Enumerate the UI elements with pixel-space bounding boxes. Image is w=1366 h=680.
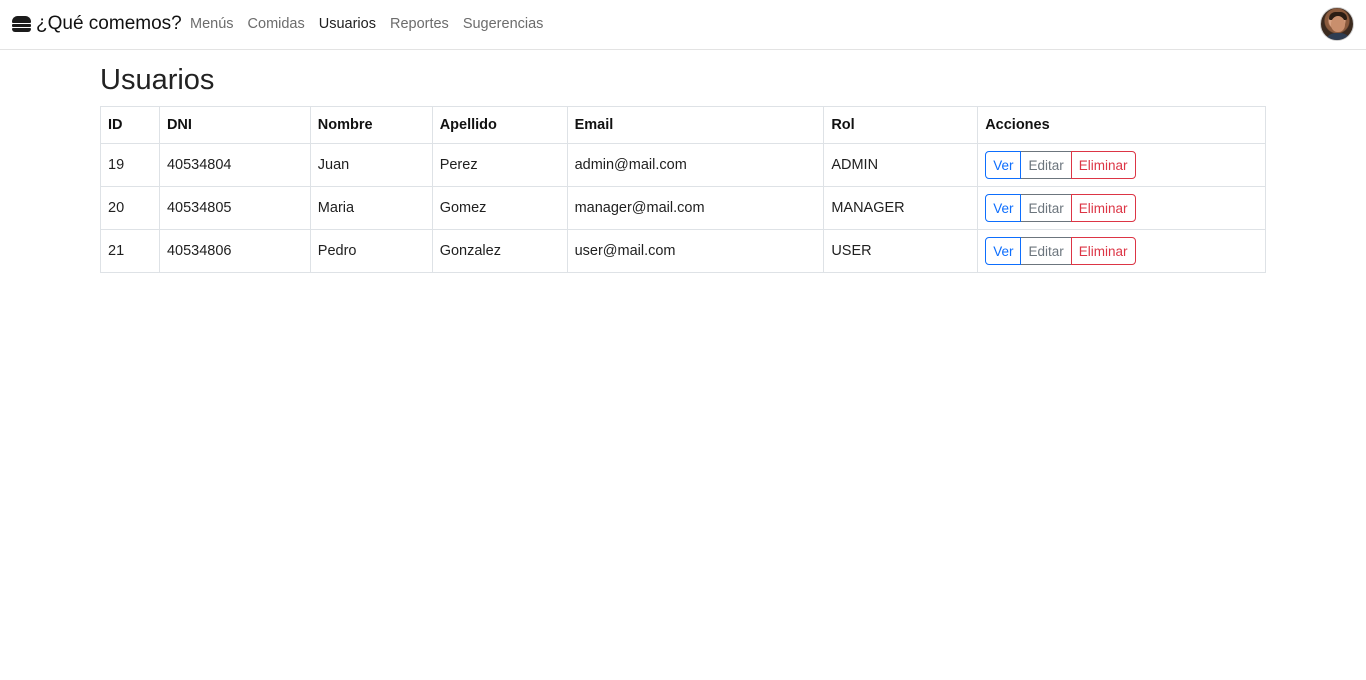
navbar: ¿Qué comemos? Menús Comidas Usuarios Rep… bbox=[0, 0, 1366, 50]
page-title: Usuarios bbox=[100, 64, 215, 96]
cell-nombre: Pedro bbox=[309, 229, 433, 273]
brand-link[interactable]: ¿Qué comemos? bbox=[12, 0, 182, 48]
action-button-group: Ver Editar Eliminar bbox=[985, 194, 1136, 222]
cell-nombre: Maria bbox=[309, 186, 433, 230]
cell-id: 21 bbox=[100, 229, 160, 273]
cell-email: manager@mail.com bbox=[566, 186, 825, 230]
nav-item-usuarios[interactable]: Usuarios bbox=[319, 16, 376, 32]
nav-item-menus[interactable]: Menús bbox=[190, 16, 234, 32]
cell-apellido: Perez bbox=[431, 143, 568, 187]
action-button-group: Ver Editar Eliminar bbox=[985, 237, 1136, 265]
column-header-dni: DNI bbox=[158, 106, 311, 144]
column-header-rol: Rol bbox=[823, 106, 979, 144]
cell-rol: MANAGER bbox=[823, 186, 979, 230]
cell-rol: ADMIN bbox=[823, 143, 979, 187]
column-header-email: Email bbox=[566, 106, 825, 144]
table-header-row: ID DNI Nombre Apellido Email Rol Accione… bbox=[100, 106, 1266, 144]
cell-dni: 40534806 bbox=[158, 229, 311, 273]
nav-menu: Menús Comidas Usuarios Reportes Sugerenc… bbox=[190, 0, 557, 48]
cell-apellido: Gomez bbox=[431, 186, 568, 230]
brand-label: ¿Qué comemos? bbox=[36, 13, 182, 34]
column-header-acciones: Acciones bbox=[977, 106, 1266, 144]
users-table: ID DNI Nombre Apellido Email Rol Accione… bbox=[100, 106, 1266, 273]
nav-item-sugerencias[interactable]: Sugerencias bbox=[463, 16, 544, 32]
view-button[interactable]: Ver bbox=[985, 194, 1022, 222]
cell-nombre: Juan bbox=[309, 143, 433, 187]
nav-item-comidas[interactable]: Comidas bbox=[248, 16, 305, 32]
edit-button[interactable]: Editar bbox=[1021, 237, 1071, 265]
delete-button[interactable]: Eliminar bbox=[1070, 237, 1136, 265]
cell-email: admin@mail.com bbox=[566, 143, 825, 187]
cell-dni: 40534805 bbox=[158, 186, 311, 230]
column-header-nombre: Nombre bbox=[309, 106, 433, 144]
cell-id: 20 bbox=[100, 186, 160, 230]
hamburger-icon bbox=[12, 16, 31, 32]
cell-id: 19 bbox=[100, 143, 160, 187]
edit-button[interactable]: Editar bbox=[1021, 194, 1071, 222]
view-button[interactable]: Ver bbox=[985, 237, 1022, 265]
user-avatar[interactable] bbox=[1320, 7, 1354, 41]
column-header-apellido: Apellido bbox=[431, 106, 568, 144]
nav-item-reportes[interactable]: Reportes bbox=[390, 16, 449, 32]
view-button[interactable]: Ver bbox=[985, 151, 1022, 179]
cell-acciones: Ver Editar Eliminar bbox=[977, 229, 1266, 273]
cell-apellido: Gonzalez bbox=[431, 229, 568, 273]
cell-email: user@mail.com bbox=[566, 229, 825, 273]
delete-button[interactable]: Eliminar bbox=[1070, 194, 1136, 222]
edit-button[interactable]: Editar bbox=[1021, 151, 1071, 179]
table-row: 21 40534806 Pedro Gonzalez user@mail.com… bbox=[100, 229, 1266, 273]
cell-rol: USER bbox=[823, 229, 979, 273]
cell-acciones: Ver Editar Eliminar bbox=[977, 186, 1266, 230]
cell-dni: 40534804 bbox=[158, 143, 311, 187]
column-header-id: ID bbox=[100, 106, 160, 144]
delete-button[interactable]: Eliminar bbox=[1070, 151, 1136, 179]
table-row: 20 40534805 Maria Gomez manager@mail.com… bbox=[100, 186, 1266, 230]
action-button-group: Ver Editar Eliminar bbox=[985, 151, 1136, 179]
cell-acciones: Ver Editar Eliminar bbox=[977, 143, 1266, 187]
table-row: 19 40534804 Juan Perez admin@mail.com AD… bbox=[100, 143, 1266, 187]
